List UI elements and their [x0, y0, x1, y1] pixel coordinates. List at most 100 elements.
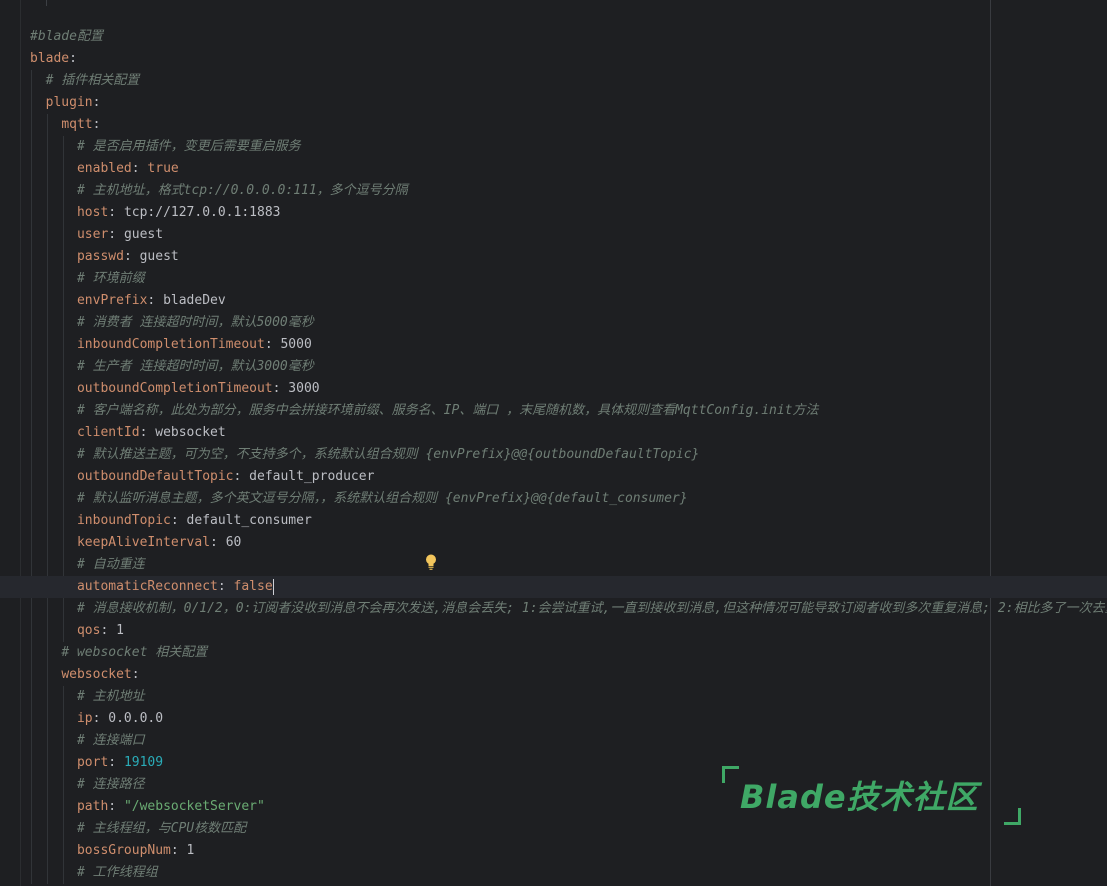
code-line[interactable]: passwd: guest	[0, 246, 1107, 268]
code-line[interactable]: bossGroupNum: 1	[0, 840, 1107, 862]
code-line[interactable]: # 客户端名称，此处为部分，服务中会拼接环境前缀、服务名、IP、端口 ，末尾随机…	[0, 400, 1107, 422]
line-content: # 客户端名称，此处为部分，服务中会拼接环境前缀、服务名、IP、端口 ，末尾随机…	[30, 400, 819, 422]
line-content: inboundTopic: default_consumer	[30, 510, 312, 532]
yaml-comment: # 连接路径	[76, 777, 145, 792]
yaml-value: 1	[186, 843, 195, 858]
colon: :	[233, 469, 250, 484]
code-line[interactable]: user: guest	[0, 224, 1107, 246]
code-line[interactable]: qos: 1	[0, 620, 1107, 642]
line-content: # 连接路径	[30, 774, 145, 796]
code-editor[interactable]: #blade配置 blade: # 插件相关配置 plugin: mqtt: # …	[0, 0, 1107, 886]
yaml-key: enabled	[76, 161, 132, 176]
yaml-comment: #blade配置	[30, 29, 103, 44]
yaml-comment: # 生产者 连接超时时间，默认3000毫秒	[76, 359, 314, 374]
line-content: ip: 0.0.0.0	[30, 708, 163, 730]
watermark: Blade技术社区	[720, 764, 1030, 830]
line-content: mqtt:	[30, 114, 100, 136]
line-content: # 连接端口	[30, 730, 145, 752]
code-line[interactable]: # 默认监听消息主题，多个英文逗号分隔，，系统默认组合规则 {envPrefix…	[0, 488, 1107, 510]
code-line[interactable]: mqtt:	[0, 114, 1107, 136]
code-line[interactable]: # 消费者 连接超时时间，默认5000毫秒	[0, 312, 1107, 334]
code-line[interactable]: # 连接端口	[0, 730, 1107, 752]
watermark-open-bracket	[722, 766, 739, 783]
code-line[interactable]: # 消息接收机制，0/1/2，0:订阅者没收到消息不会再次发送,消息会丢失; 1…	[0, 598, 1107, 620]
code-line[interactable]: # 生产者 连接超时时间，默认3000毫秒	[0, 356, 1107, 378]
line-content: port: 19109	[30, 752, 163, 774]
line-content: passwd: guest	[30, 246, 179, 268]
code-line[interactable]: keepAliveInterval: 60	[0, 532, 1107, 554]
yaml-value: websocket	[155, 425, 226, 440]
line-content: websocket:	[30, 664, 139, 686]
colon: :	[92, 711, 109, 726]
yaml-value: guest	[139, 249, 179, 264]
code-line[interactable]: # 主机地址，格式tcp://0.0.0.0:111，多个逗号分隔	[0, 180, 1107, 202]
code-line[interactable]: ip: 0.0.0.0	[0, 708, 1107, 730]
code-line-current[interactable]: automaticReconnect: false	[0, 576, 1107, 598]
line-content: # 主机地址，格式tcp://0.0.0.0:111，多个逗号分隔	[30, 180, 408, 202]
yaml-comment: # 客户端名称，此处为部分，服务中会拼接环境前缀、服务名、IP、端口 ，末尾随机…	[76, 403, 819, 418]
text-caret	[272, 578, 274, 595]
code-line[interactable]: #blade配置	[0, 26, 1107, 48]
code-line[interactable]: enabled: true	[0, 158, 1107, 180]
line-content: outboundDefaultTopic: default_producer	[30, 466, 374, 488]
code-line[interactable]: # 默认推送主题，可为空，不支持多个，系统默认组合规则 {envPrefix}@…	[0, 444, 1107, 466]
yaml-comment: # 主线程组，与CPU核数匹配	[76, 821, 247, 836]
yaml-key: port	[76, 755, 109, 770]
yaml-value: guest	[123, 227, 164, 242]
code-line[interactable]: # 工作线程组	[0, 862, 1107, 884]
yaml-comment: # 是否启用插件，变更后需要重启服务	[76, 139, 301, 154]
code-line[interactable]: outboundDefaultTopic: default_producer	[0, 466, 1107, 488]
lightbulb-icon[interactable]	[424, 553, 438, 571]
line-content: # 默认监听消息主题，多个英文逗号分隔，，系统默认组合规则 {envPrefix…	[30, 488, 688, 510]
line-content: # 环境前缀	[30, 268, 145, 290]
yaml-key: outboundCompletionTimeout	[76, 381, 273, 396]
code-line[interactable]: plugin:	[0, 92, 1107, 114]
code-line[interactable]: # 插件相关配置	[0, 70, 1107, 92]
line-content: envPrefix: bladeDev	[30, 290, 226, 312]
line-content: # websocket 相关配置	[30, 642, 207, 664]
yaml-comment: # 插件相关配置	[45, 73, 140, 88]
yaml-value: 3000	[288, 381, 320, 396]
code-line[interactable]: clientId: websocket	[0, 422, 1107, 444]
code-line[interactable]: # 主机地址	[0, 686, 1107, 708]
yaml-key: mqtt	[61, 117, 93, 132]
yaml-value: true	[147, 161, 179, 176]
code-line[interactable]: # 环境前缀	[0, 268, 1107, 290]
code-line[interactable]: blade:	[0, 48, 1107, 70]
code-line[interactable]: # 自动重连	[0, 554, 1107, 576]
colon: :	[147, 293, 164, 308]
colon: :	[131, 161, 148, 176]
yaml-value: default_producer	[249, 469, 375, 484]
line-content: # 插件相关配置	[30, 70, 140, 92]
line-content: # 消费者 连接超时时间，默认5000毫秒	[30, 312, 314, 334]
code-line[interactable]: inboundCompletionTimeout: 5000	[0, 334, 1107, 356]
line-content: outboundCompletionTimeout: 3000	[30, 378, 320, 400]
yaml-key: qos	[76, 623, 101, 638]
line-content: blade:	[30, 48, 77, 70]
code-line[interactable]: envPrefix: bladeDev	[0, 290, 1107, 312]
yaml-comment: # 环境前缀	[76, 271, 145, 286]
yaml-comment: # 主机地址，格式tcp://0.0.0.0:111，多个逗号分隔	[76, 183, 408, 198]
yaml-key: envPrefix	[76, 293, 148, 308]
code-line[interactable]: inboundTopic: default_consumer	[0, 510, 1107, 532]
code-line[interactable]: websocket:	[0, 664, 1107, 686]
line-content: bossGroupNum: 1	[30, 840, 194, 862]
code-line[interactable]: # 是否启用插件，变更后需要重启服务	[0, 136, 1107, 158]
code-line[interactable]: host: tcp://127.0.0.1:1883	[0, 202, 1107, 224]
colon: :	[264, 337, 281, 352]
colon: :	[100, 623, 117, 638]
watermark-close-bracket	[1004, 808, 1021, 825]
code-line[interactable]: # websocket 相关配置	[0, 642, 1107, 664]
code-line[interactable]: outboundCompletionTimeout: 3000	[0, 378, 1107, 400]
line-content: # 生产者 连接超时时间，默认3000毫秒	[30, 356, 314, 378]
